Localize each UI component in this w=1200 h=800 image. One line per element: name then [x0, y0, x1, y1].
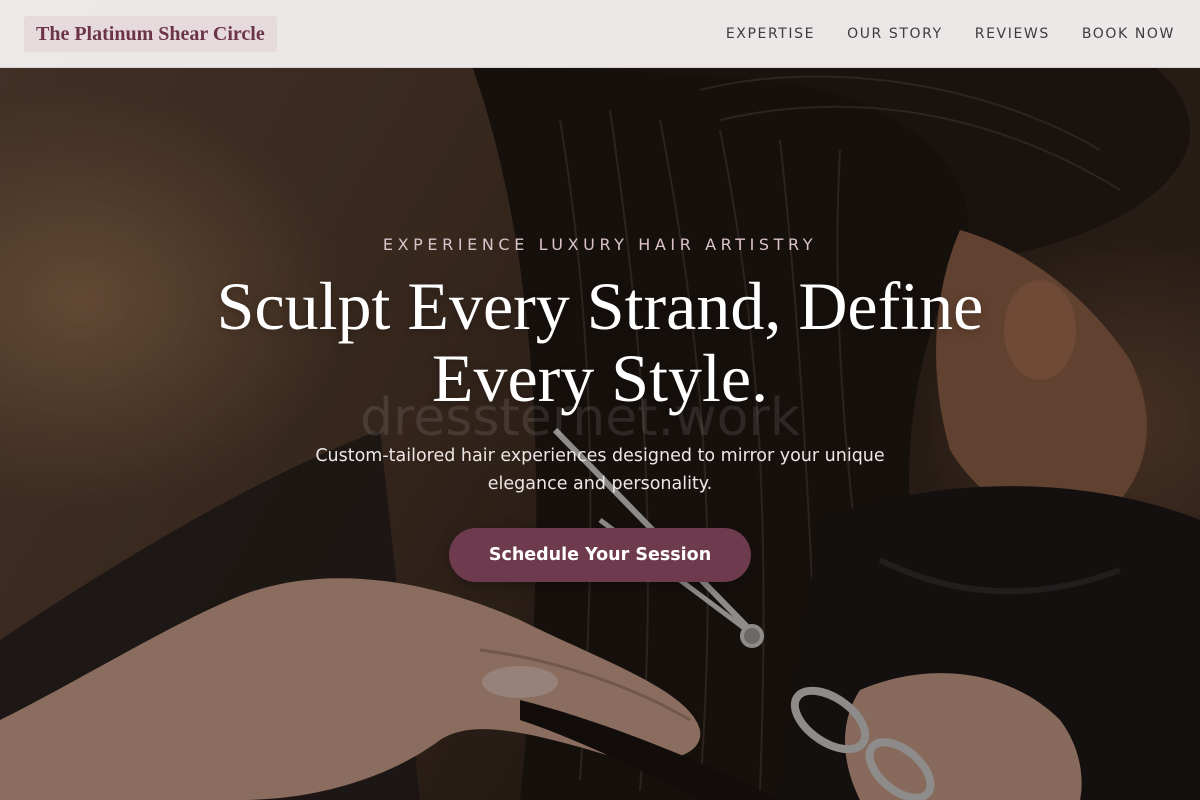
hero-content: EXPERIENCE LUXURY HAIR ARTISTRY Sculpt E… [100, 232, 1100, 582]
hero-subtitle: Custom-tailored hair experiences designe… [315, 446, 885, 494]
hero-headline: Sculpt Every Strand, Define Every Style. [216, 268, 984, 416]
nav-link-reviews[interactable]: REVIEWS [975, 26, 1050, 42]
nav-link-expertise[interactable]: EXPERTISE [726, 26, 815, 42]
hero-eyebrow: EXPERIENCE LUXURY HAIR ARTISTRY [382, 235, 818, 254]
nav-link-book-now[interactable]: BOOK NOW [1082, 26, 1175, 42]
landing-page: dressternet.work The Platinum Shear Circ… [0, 0, 1200, 800]
brand-logo[interactable]: The Platinum Shear Circle [24, 16, 277, 52]
main-nav: EXPERTISE OUR STORY REVIEWS BOOK NOW [726, 0, 1175, 68]
schedule-session-button[interactable]: Schedule Your Session [448, 528, 752, 582]
nav-link-our-story[interactable]: OUR STORY [847, 26, 943, 42]
site-header: The Platinum Shear Circle EXPERTISE OUR … [0, 0, 1200, 68]
